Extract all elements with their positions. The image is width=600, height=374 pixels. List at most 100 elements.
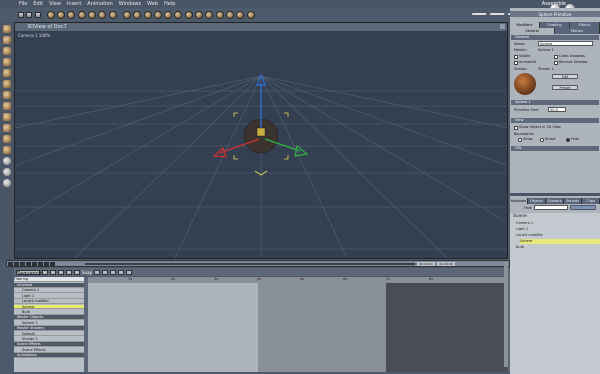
deform-tool-icon[interactable] (3, 146, 11, 154)
tab-objects[interactable]: Objects (528, 198, 546, 204)
camera-icon[interactable] (133, 11, 142, 19)
text-primitive-icon[interactable] (108, 11, 117, 19)
track-row[interactable]: Scene Effects (14, 348, 84, 353)
torus-primitive-icon[interactable] (88, 11, 97, 19)
track-row[interactable]: Master Objects (14, 315, 84, 321)
sequencer-dropdown[interactable]: Sequencer (16, 269, 44, 277)
light-tool-icon[interactable] (3, 113, 11, 121)
render-icon[interactable] (236, 11, 245, 19)
scene-item-bulb[interactable]: Bulb (516, 245, 596, 250)
render-settings-icon[interactable] (246, 11, 255, 19)
scale-tool-icon[interactable] (34, 12, 41, 18)
casts-shadows-checkbox[interactable] (554, 55, 558, 59)
record-icon[interactable] (50, 261, 55, 266)
filtering-field[interactable]: Filtering (14, 277, 84, 282)
key-icon[interactable] (42, 269, 48, 275)
camera-label[interactable]: Camera 1 100% (18, 33, 50, 38)
prev-frame-icon[interactable] (20, 261, 25, 266)
terrain-icon[interactable] (153, 11, 162, 19)
find-button[interactable] (570, 205, 596, 210)
tab-clips[interactable]: Clips (582, 198, 600, 204)
delete-key-icon[interactable] (66, 269, 72, 275)
tab-sounds[interactable]: Sounds (564, 198, 582, 204)
menu-windows[interactable]: Windows (119, 1, 141, 7)
menu-web[interactable]: Web (147, 1, 158, 7)
scene-canvas[interactable] (15, 31, 507, 258)
scale-tool-icon[interactable] (3, 124, 11, 132)
shader-preview-thumbnail[interactable] (514, 73, 536, 95)
camera-orbit-icon[interactable] (3, 168, 11, 176)
pivot-handle[interactable] (256, 127, 266, 137)
track-row[interactable]: Light 1 (14, 294, 84, 299)
hide-radio[interactable] (566, 138, 570, 142)
edit-button[interactable]: Edit (552, 74, 578, 79)
cube-primitive-icon[interactable] (57, 11, 66, 19)
gear-icon[interactable] (215, 11, 224, 19)
go-end-icon[interactable] (38, 261, 43, 266)
go-start-icon[interactable] (14, 261, 19, 266)
track-row[interactable]: Universe (14, 283, 84, 288)
animated-checkbox[interactable] (514, 61, 518, 65)
plane-primitive-icon[interactable] (98, 11, 107, 19)
bounce-icon[interactable] (94, 269, 101, 275)
rotate-tool-icon[interactable] (26, 12, 33, 18)
step-icon[interactable] (126, 269, 133, 275)
z-axis-arrow-icon[interactable] (294, 144, 309, 157)
paint-tool-icon[interactable] (3, 80, 11, 88)
track-row[interactable]: Bulb (14, 310, 84, 315)
section-sphere[interactable]: Sphere 1 (511, 100, 599, 105)
sequencer-toggle-icon[interactable] (8, 261, 13, 266)
3d-viewport[interactable]: 3DView of Doc7 Camera 1 100% (14, 22, 508, 259)
sphere-primitive-icon[interactable] (46, 11, 55, 19)
menu-help[interactable]: Help (164, 1, 175, 7)
magnify-icon[interactable] (3, 179, 11, 187)
play-icon[interactable] (26, 261, 31, 266)
section-view[interactable]: View (511, 118, 599, 123)
bone-tool-icon[interactable] (3, 102, 11, 110)
tab-shaders[interactable]: Shaders (546, 198, 564, 204)
select-tool-icon[interactable] (3, 25, 11, 33)
effect-icon[interactable] (195, 11, 204, 19)
section-general[interactable]: General (511, 35, 599, 40)
light-icon[interactable] (122, 11, 131, 19)
preset-button[interactable]: Preset (552, 85, 578, 90)
preview-time-range[interactable] (258, 283, 386, 372)
fog-icon[interactable] (164, 11, 173, 19)
track-row[interactable]: Scene Effects (14, 342, 84, 348)
track-row[interactable]: Local4 modifier (14, 299, 84, 304)
zoom-tool-icon[interactable] (3, 58, 11, 66)
section-url[interactable]: URL (511, 146, 599, 151)
panel-splitter[interactable] (510, 193, 600, 196)
menu-insert[interactable]: Insert (67, 1, 81, 7)
rotate-view-icon[interactable] (3, 69, 11, 77)
scene-item-modifier[interactable]: Local4 modifier (516, 233, 596, 238)
pan-tool-icon[interactable] (3, 47, 11, 55)
scene-item-camera[interactable]: Camera 1 (516, 221, 596, 226)
modifier-icon[interactable] (225, 11, 234, 19)
primitive-size-field[interactable]: 50.0 (548, 107, 566, 112)
visible-checkbox[interactable] (514, 55, 518, 59)
current-time-field[interactable]: 00:00:00 (417, 262, 435, 266)
sequencer-grid[interactable]: 1s 2s 3s 4s 5s 6s 7s 8s (88, 277, 508, 372)
repeat-icon[interactable] (102, 269, 109, 275)
link-tool-icon[interactable] (3, 91, 11, 99)
receive-shadow-checkbox[interactable] (554, 61, 558, 65)
deformer-icon[interactable] (205, 11, 214, 19)
scene-item-light[interactable]: Light 1 (516, 227, 596, 232)
shader-room-icon[interactable] (489, 3, 509, 15)
tab-hotshots[interactable]: Hotshots (510, 198, 528, 204)
track-row[interactable]: Sphere 1 (14, 321, 84, 326)
track-row[interactable]: Master Shaders (14, 326, 84, 331)
active-time-range[interactable] (88, 283, 258, 372)
twist-tool-icon[interactable] (3, 135, 11, 143)
tab-motion[interactable]: Motion (555, 28, 600, 34)
cylinder-primitive-icon[interactable] (67, 11, 76, 19)
sequencer-scrollbar[interactable] (504, 262, 508, 367)
smooth-icon[interactable] (118, 269, 125, 275)
tab-general[interactable]: General (510, 28, 555, 34)
find-field[interactable] (534, 205, 568, 210)
bone-icon[interactable] (184, 11, 193, 19)
inactive-time-range[interactable] (386, 283, 508, 372)
loop-icon[interactable] (44, 261, 49, 266)
track-row[interactable]: Shader 1 (14, 337, 84, 342)
